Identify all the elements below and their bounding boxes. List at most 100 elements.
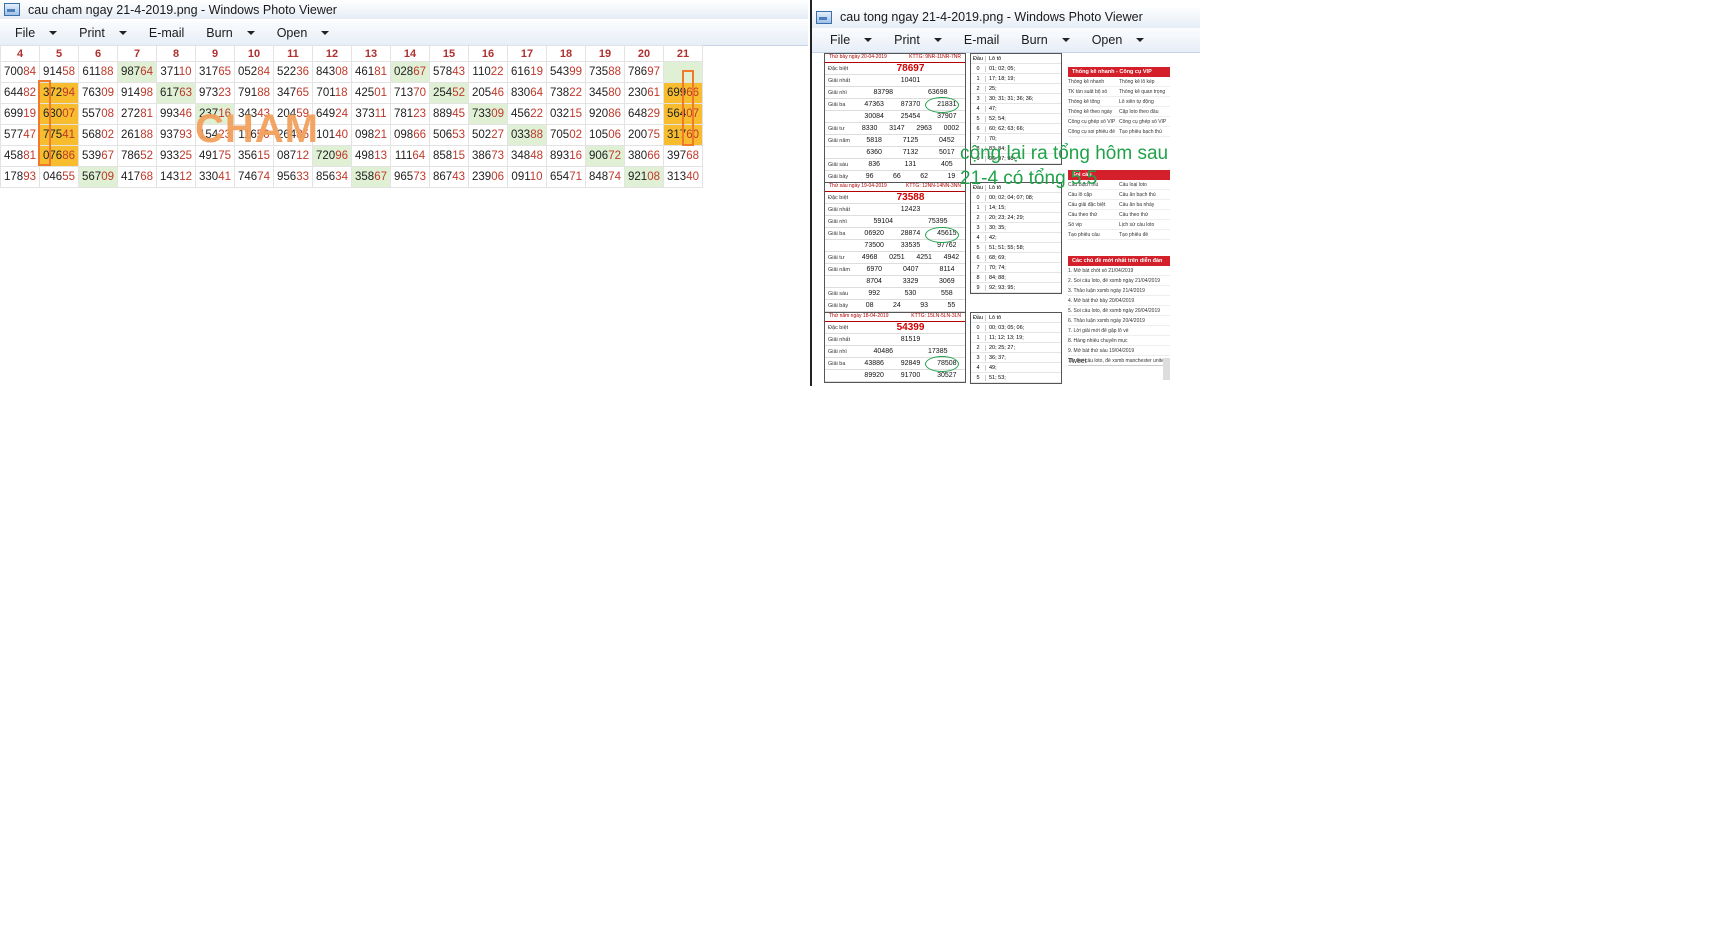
prize-value: 40486 — [873, 348, 893, 355]
cell-number-tail: 34 — [335, 171, 348, 183]
prize-label: Giải nhất — [828, 336, 851, 343]
cell-number-head: 611 — [82, 66, 101, 78]
left-photo-viewer-window: cau cham ngay 21-4-2019.png - Windows Ph… — [0, 0, 808, 190]
cell-number-head: 973 — [199, 87, 219, 99]
tweet-label: Tweet — [1068, 358, 1170, 366]
menu-file[interactable]: File — [830, 33, 873, 47]
cell-number-head: 830 — [511, 87, 531, 99]
table-cell: 14312 — [156, 166, 196, 188]
loto-values: 30; 35; — [989, 224, 1006, 231]
sidebar-link: Cầu giải đặc biệt — [1068, 201, 1106, 208]
menu-print[interactable]: Print — [894, 33, 942, 47]
menu-email[interactable]: E-mail — [149, 26, 184, 40]
cell-number-head: 028 — [394, 66, 414, 78]
cell-number-head: 858 — [433, 150, 453, 162]
menu-file[interactable]: File — [15, 26, 58, 40]
forum-topic-row: 2. Soi cầu loto, đề xsmb ngày 21/04/2019 — [1068, 276, 1170, 286]
loto-values: 49; — [989, 364, 997, 371]
chevron-down-icon — [321, 31, 330, 35]
sidebar-link-row: Thống kê theo ngày Cặp loto theo đầu — [1068, 107, 1170, 117]
table-cell: 64482 — [0, 82, 40, 104]
cell-number-head: 746 — [238, 171, 258, 183]
loto-row: 6 68; 69; — [971, 253, 1061, 263]
table-row: 69919 63007 55708 27281 99346 23716 34343 20459… — [0, 103, 703, 125]
menu-open[interactable]: Open — [277, 26, 330, 40]
menu-email[interactable]: E-mail — [964, 33, 999, 47]
table-cell: 11164 — [390, 145, 430, 167]
table-cell: 35867 — [351, 166, 391, 188]
cell-number-tail: 67 — [374, 171, 387, 183]
table-cell: 31340 — [663, 166, 703, 188]
loto-digit: 2 — [971, 214, 986, 221]
loto-values: 20; 23; 24; 29; — [989, 214, 1025, 221]
table-cell: 78697 — [624, 61, 664, 83]
table-cell: 61188 — [78, 61, 118, 83]
prize-value: 25454 — [900, 113, 921, 120]
table-cell: 02867 — [390, 61, 430, 83]
table-row: 57747 77541 56802 26188 93793 15423 11656 26485… — [0, 124, 703, 146]
scrollbar[interactable] — [1163, 358, 1170, 380]
prize-label: Giải nhì — [828, 348, 847, 355]
sidebar-link-row: Cầu lô cặp Cầu ăn bạch thủ — [1068, 190, 1170, 200]
cell-number-head: 893 — [550, 150, 570, 162]
prize-value: 62 — [920, 173, 929, 180]
chevron-down-icon — [1136, 38, 1145, 42]
cell-number-head: 178 — [4, 171, 24, 183]
table-cell: 37311 — [351, 103, 391, 125]
cell-number-tail: 45 — [452, 108, 465, 120]
prize-label: Giải nhì — [828, 218, 847, 225]
prize-value: 530 — [904, 290, 917, 297]
table-cell: 34765 — [273, 82, 313, 104]
loto-digit: 0 — [971, 324, 986, 331]
prize-value: 93 — [920, 302, 929, 309]
cell-number-tail: 75 — [647, 129, 660, 141]
left-window-titlebar[interactable]: cau cham ngay 21-4-2019.png - Windows Ph… — [0, 0, 808, 19]
prize-value: 7132 — [902, 149, 919, 156]
sidebar-link-row: Cầu theo thứ Cầu theo thứ — [1068, 210, 1170, 220]
forum-topic-row: 7. Lời giải mới để gặp lô về — [1068, 326, 1170, 336]
table-cell: 84308 — [312, 61, 352, 83]
cell-number-head: 380 — [628, 150, 648, 162]
table-cell: 73822 — [546, 82, 586, 104]
cell-number-tail: 73 — [413, 171, 426, 183]
prize-value: 28874 — [900, 230, 921, 237]
sidebar-link: Tạo phiếu bạch thủ — [1119, 128, 1162, 135]
tweet-box: Tweet — [1068, 358, 1170, 366]
sidebar-link-row: Công cụ ghép số VIP Công cụ ghép số VIP — [1068, 117, 1170, 127]
loto-digit: 1 — [971, 334, 986, 341]
lottery-screenshot-document: Thứ bảy ngày 20-04-2019 KTTG: 9NR-11NR-7N… — [812, 53, 1200, 386]
result-row: Giải sáu 836 131 405 — [825, 159, 965, 171]
cell-number-head: 456 — [511, 108, 531, 120]
cell-number-tail: 63 — [179, 87, 192, 99]
cell-number-tail: 13 — [374, 150, 387, 162]
cell-number-head: 239 — [472, 171, 492, 183]
photo-viewer-app-icon — [816, 10, 832, 24]
left-window-menubar: File Print E-mail Burn Open — [0, 21, 808, 46]
table-cell: 95633 — [273, 166, 313, 188]
cell-number-tail: 48 — [530, 150, 543, 162]
table-cell: 27281 — [117, 103, 157, 125]
cell-number-head: 933 — [160, 150, 180, 162]
result-row: Giải bảy 08 24 93 55 — [825, 300, 965, 312]
loto-table: Đầu Lô tô 0 00; 02; 04; 07; 08; 1 14; 15; 2 20;… — [970, 182, 1062, 294]
loto-row: 5 52; 54; — [971, 114, 1061, 124]
cell-number-head: 648 — [628, 108, 648, 120]
cell-number-head: 046 — [43, 171, 63, 183]
table-cell: 45622 — [507, 103, 547, 125]
table-cell: 17893 — [0, 166, 40, 188]
loto-digit: 0 — [971, 194, 986, 201]
column-header: 4 — [0, 45, 40, 62]
loto-digit: 8 — [971, 274, 986, 281]
cell-number-head: 033 — [511, 129, 531, 141]
prize-values: 10401 — [856, 77, 965, 84]
prize-label: Giải sáu — [828, 161, 849, 168]
column-header: 9 — [195, 45, 235, 62]
menu-print[interactable]: Print — [79, 26, 127, 40]
menu-open[interactable]: Open — [1092, 33, 1145, 47]
result-card-header: Thứ bảy ngày 20-04-2019 KTTG: 9NR-11NR-7N… — [825, 54, 965, 63]
menu-burn[interactable]: Burn — [206, 26, 255, 40]
right-window-titlebar[interactable]: cau tong ngay 21-4-2019.png - Windows Ph… — [812, 6, 1200, 28]
cell-number-tail: 68 — [140, 171, 153, 183]
loto-values: 25; — [989, 85, 997, 92]
menu-burn[interactable]: Burn — [1021, 33, 1070, 47]
